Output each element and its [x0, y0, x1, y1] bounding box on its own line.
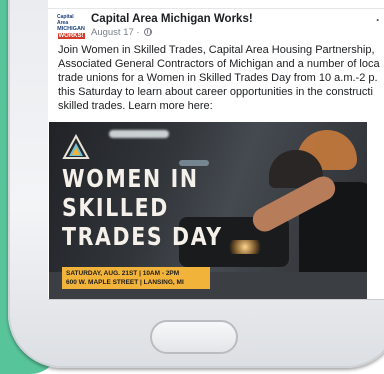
home-button[interactable] — [150, 320, 238, 354]
post-text-line: this Saturday to learn about career oppo… — [58, 86, 373, 98]
event-title-line: TRADES DAY — [62, 222, 223, 251]
post-text-line: skilled trades. Learn more here: — [58, 100, 213, 112]
post-header: Capital Area MICHIGAN WORKS! Capital Are… — [48, 0, 384, 40]
post-image[interactable]: WOMEN IN SKILLED TRADES DAY SATURDAY, AU… — [49, 122, 367, 299]
event-location: 600 W. MAPLE STREET | LANSING, MI — [66, 279, 184, 286]
org-logo-line3: WORKS! — [57, 32, 85, 39]
event-title-line: SKILLED — [62, 193, 169, 222]
globe-icon — [144, 28, 153, 36]
more-options-icon[interactable]: · — [376, 13, 380, 27]
event-logo-icon — [62, 134, 90, 159]
post-text: Join Women in Skilled Trades, Capital Ar… — [58, 43, 384, 113]
org-logo-line1: Capital Area — [57, 13, 74, 26]
post-date[interactable]: August 17 · — [91, 27, 140, 38]
post-meta: August 17 · — [91, 27, 153, 38]
event-title: WOMEN IN SKILLED TRADES DAY — [62, 164, 223, 251]
sparks — [225, 240, 265, 254]
phone-frame: Capital Area MICHIGAN WORKS! Capital Are… — [8, 0, 384, 368]
event-date-time: SATURDAY, AUG. 21ST | 10AM - 2PM — [66, 270, 180, 277]
event-details-banner: SATURDAY, AUG. 21ST | 10AM - 2PM 600 W. … — [62, 267, 210, 289]
post-text-line: Join Women in Skilled Trades, Capital Ar… — [58, 44, 375, 56]
ceiling-light — [109, 130, 169, 138]
phone-screen: Capital Area MICHIGAN WORKS! Capital Are… — [48, 0, 384, 299]
screen-bottom-edge — [48, 299, 384, 300]
event-title-line: WOMEN IN — [62, 164, 199, 193]
post-text-line: Associated General Contractors of Michig… — [58, 58, 380, 70]
org-logo-line2: MICHIGAN — [57, 25, 85, 32]
org-logo[interactable]: Capital Area MICHIGAN WORKS! — [57, 13, 85, 39]
post-text-line: trade unions for a Women in Skilled Trad… — [58, 72, 378, 84]
post-author[interactable]: Capital Area Michigan Works! — [91, 13, 253, 25]
